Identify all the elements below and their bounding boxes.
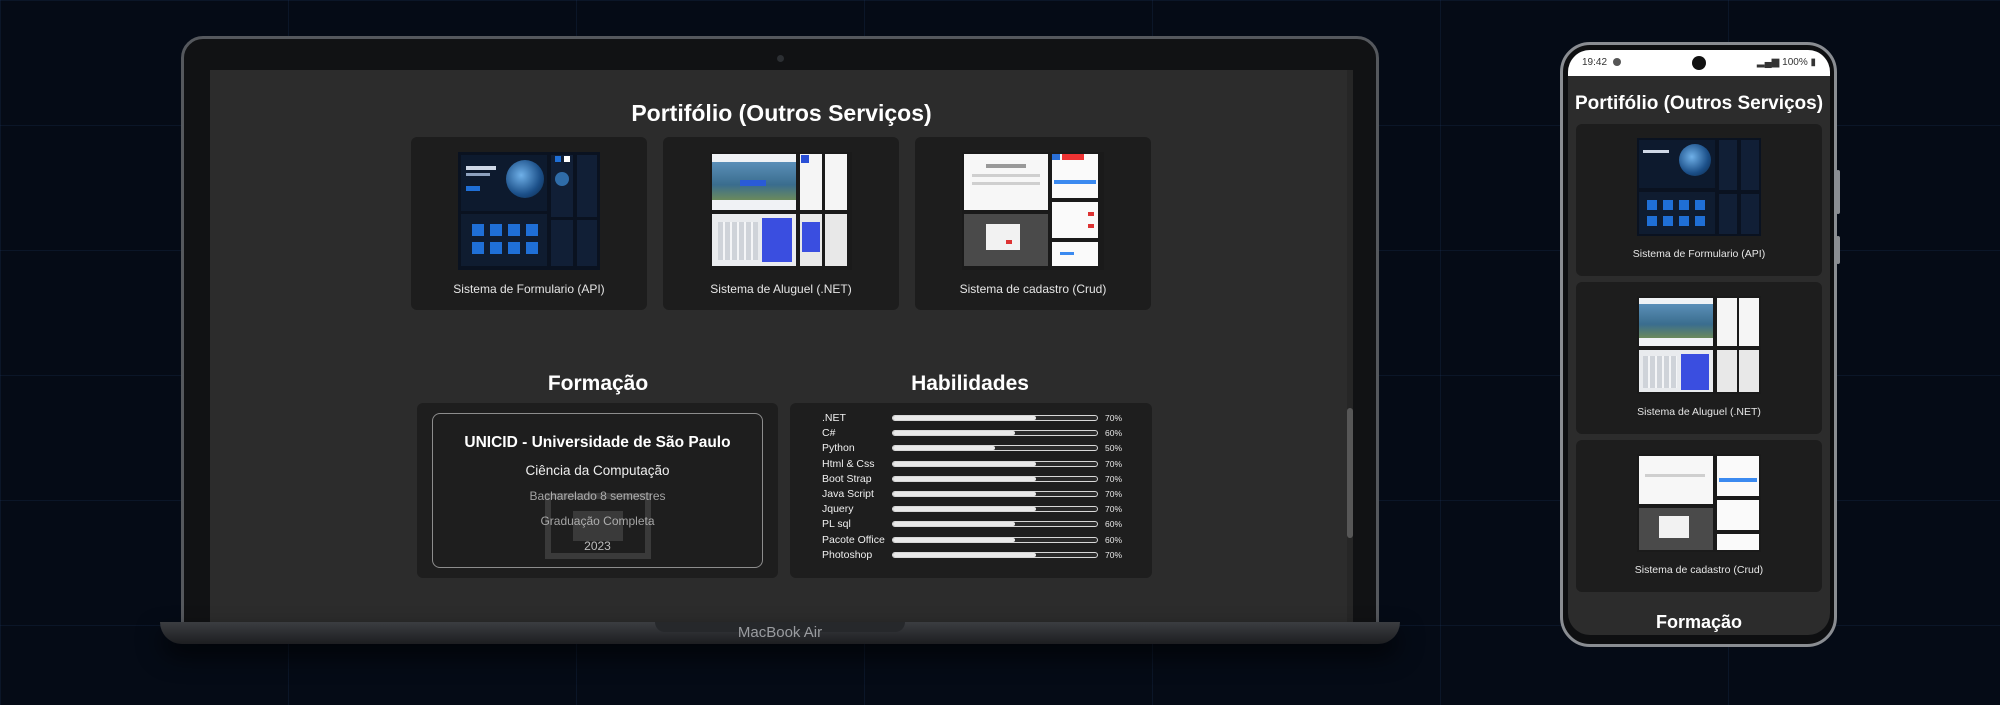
skill-percent: 60% <box>1105 534 1123 545</box>
message-notification-icon <box>1613 58 1621 66</box>
skill-name: Pacote Office <box>822 533 885 546</box>
phone-formacao-title: Formação <box>1655 612 1743 632</box>
skill-percent: 70% <box>1105 549 1123 560</box>
skill-progress-fill <box>893 491 1036 496</box>
skill-progress-fill <box>893 476 1036 481</box>
phone-power-button <box>1836 236 1840 264</box>
skill-progress-fill <box>893 461 1036 466</box>
course-name: Ciência da Computação <box>525 463 670 478</box>
skill-progress-fill <box>893 552 1036 557</box>
skill-row: Jquery 70% <box>790 503 1152 518</box>
institution-name: UNICID - Universidade de São Paulo <box>464 434 731 451</box>
battery-percent: 100% <box>1782 57 1808 68</box>
skill-row: PL sql 60% <box>790 518 1152 533</box>
skill-name: Boot Strap <box>822 472 872 485</box>
skill-name: Python <box>822 442 855 455</box>
project-thumbnail-aluguel <box>710 152 852 270</box>
scrollbar-thumb[interactable] <box>1347 408 1353 538</box>
formacao-title: Formação <box>547 372 649 395</box>
battery-icon: ▮ <box>1807 57 1816 68</box>
skill-row: Boot Strap 70% <box>790 473 1152 488</box>
skill-percent: 70% <box>1105 413 1123 423</box>
phone-status-bar: 19:42 ▂▄▆ 100% ▮ <box>1568 50 1830 76</box>
skill-progress-bar <box>892 551 1098 558</box>
phone-project-card-formulario[interactable]: Sistema de Formulario (API) <box>1576 124 1822 276</box>
skill-progress-bar <box>892 415 1098 421</box>
project-label-aluguel: Sistema de Aluguel (.NET) <box>710 282 852 296</box>
phone-project-label-cadastro: Sistema de cadastro (Crud) <box>1634 564 1764 576</box>
skill-percent: 70% <box>1105 504 1123 515</box>
skill-row: .NET 70% <box>790 412 1152 427</box>
project-label-cadastro: Sistema de cadastro (Crud) <box>959 282 1107 296</box>
skill-progress-fill <box>893 537 1016 542</box>
skill-row: C# 60% <box>790 427 1152 442</box>
skill-row: Java Script 70% <box>790 488 1152 503</box>
skill-name: .NET <box>822 412 846 424</box>
skill-percent: 50% <box>1105 443 1123 454</box>
battery-status: ▂▄▆ 100% ▮ <box>1757 57 1816 68</box>
phone-project-label-formulario: Sistema de Formulario (API) <box>1632 248 1766 260</box>
signal-icon: ▂▄▆ <box>1756 57 1783 68</box>
skill-name: Jquery <box>822 503 854 516</box>
project-thumbnail-cadastro <box>962 152 1104 270</box>
skill-progress-fill <box>893 431 1016 436</box>
laptop-camera <box>777 55 784 62</box>
phone-portfolio-title: Portifólio (Outros Serviços) <box>1574 93 1824 114</box>
skill-percent: 60% <box>1105 428 1123 439</box>
skill-row: Pacote Office 60% <box>790 534 1152 549</box>
project-card-aluguel[interactable]: Sistema de Aluguel (.NET) <box>663 137 899 310</box>
laptop-screen: Portifólio (Outros Serviços) Sistema de … <box>210 70 1353 622</box>
skill-percent: 70% <box>1105 488 1123 499</box>
formacao-card: UNICID - Universidade de São Paulo Ciênc… <box>417 403 778 578</box>
graduation-watermark-icon <box>545 493 651 559</box>
habilidades-title: Habilidades <box>911 372 1029 395</box>
skill-name: C# <box>822 427 836 440</box>
skills-list: .NET 70% C# 60% Python 50% Html & Css 70% Boot S… <box>790 403 1152 578</box>
skill-progress-bar <box>892 506 1098 513</box>
project-thumbnail-formulario <box>458 152 600 270</box>
project-label-formulario: Sistema de Formulario (API) <box>453 282 605 296</box>
skill-progress-fill <box>893 416 1036 420</box>
skill-name: PL sql <box>822 518 851 531</box>
skill-progress-bar <box>892 445 1098 452</box>
skill-name: Photoshop <box>822 548 873 561</box>
skill-progress-fill <box>893 507 1036 512</box>
project-card-cadastro[interactable]: Sistema de cadastro (Crud) <box>915 137 1151 310</box>
phone-project-card-cadastro[interactable]: Sistema de cadastro (Crud) <box>1576 440 1822 592</box>
skill-name: Java Script <box>822 487 874 500</box>
skill-row: Python 50% <box>790 442 1152 457</box>
skill-percent: 70% <box>1105 473 1123 484</box>
skill-progress-bar <box>892 490 1098 497</box>
skill-progress-fill <box>893 446 995 451</box>
formacao-details: UNICID - Universidade de São Paulo Ciênc… <box>432 413 763 568</box>
phone-project-thumbnail-aluguel <box>1637 296 1761 394</box>
skill-percent: 70% <box>1105 458 1123 469</box>
phone-project-label-aluguel: Sistema de Aluguel (.NET) <box>1637 406 1761 418</box>
laptop-brand-label: MacBook Air <box>737 624 823 641</box>
skill-progress-bar <box>892 460 1098 467</box>
project-card-formulario[interactable]: Sistema de Formulario (API) <box>411 137 647 310</box>
skill-name: Html & Css <box>822 457 875 470</box>
portfolio-title: Portifólio (Outros Serviços) <box>631 100 932 126</box>
status-time: 19:42 <box>1582 57 1608 68</box>
skill-row: Html & Css 70% <box>790 458 1152 473</box>
phone-project-thumbnail-formulario <box>1637 138 1761 236</box>
skill-progress-bar <box>892 536 1098 543</box>
skill-progress-fill <box>893 522 1016 527</box>
phone-project-card-aluguel[interactable]: Sistema de Aluguel (.NET) <box>1576 282 1822 434</box>
skill-progress-bar <box>892 475 1098 482</box>
front-camera <box>1692 56 1706 70</box>
scrollbar-track[interactable] <box>1347 70 1353 622</box>
phone-volume-button <box>1836 170 1840 214</box>
skill-progress-bar <box>892 521 1098 528</box>
skill-row: Photoshop 70% <box>790 549 1152 564</box>
phone-screen: 19:42 ▂▄▆ 100% ▮ Portifólio (Outros Serv… <box>1568 50 1830 635</box>
phone-project-thumbnail-cadastro <box>1637 454 1761 552</box>
skill-progress-bar <box>892 430 1098 437</box>
skill-percent: 60% <box>1105 519 1123 530</box>
